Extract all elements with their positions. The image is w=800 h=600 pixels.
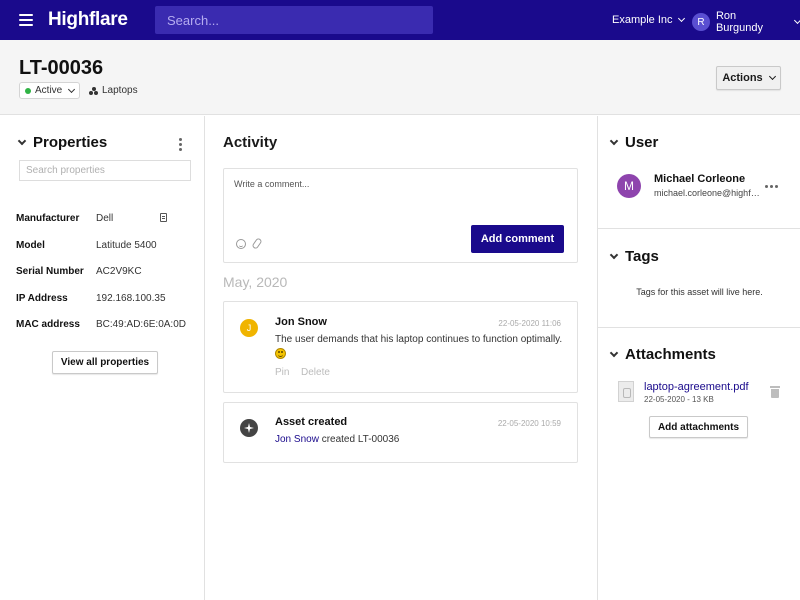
view-all-properties-button[interactable]: View all properties (52, 351, 158, 374)
category-name: Laptops (102, 85, 138, 96)
property-key: Model (16, 240, 45, 251)
user-section-title: User (625, 134, 659, 151)
brand-logo[interactable]: Highflare (48, 9, 128, 31)
event-title: Asset created (275, 416, 348, 428)
asset-header: LT-00036 Active Laptops (0, 40, 800, 115)
delete-link[interactable]: Delete (301, 367, 330, 378)
property-key: MAC address (16, 319, 80, 330)
comment-text: The user demands that his laptop continu… (275, 334, 563, 345)
comment-composer: Add comment (223, 168, 578, 263)
activity-event-card: Asset created 22-05-2020 10:59 Jon Snow … (223, 402, 578, 463)
event-text: Jon Snow created LT-00036 (275, 434, 399, 445)
chevron-down-icon (68, 85, 76, 93)
status-label: Active (35, 85, 63, 96)
attachments-section-title: Attachments (625, 346, 716, 363)
trash-icon[interactable] (770, 386, 780, 398)
property-key: Serial Number (16, 266, 84, 277)
more-options-icon[interactable] (765, 185, 779, 189)
activity-date-group: May, 2020 (223, 274, 288, 290)
emoji-icon[interactable] (236, 239, 246, 249)
assigned-user-email: michael.corleone@highflare.com (654, 188, 760, 198)
pin-link[interactable]: Pin (275, 367, 289, 378)
property-value: AC2V9KC (96, 266, 142, 277)
properties-header[interactable]: Properties (17, 134, 108, 151)
property-value: BC:49:AD:6E:0A:0D (95, 319, 186, 330)
property-search-input[interactable] (19, 160, 191, 181)
category-icon (89, 86, 98, 95)
top-bar: Highflare Example Inc R Ron Burgundy (0, 0, 800, 40)
divider (598, 228, 800, 229)
property-key: IP Address (16, 293, 68, 304)
pdf-file-icon (618, 381, 634, 402)
more-options-icon[interactable] (179, 138, 183, 152)
property-row: IP Address 192.168.100.35 (16, 293, 186, 304)
attachments-section-header[interactable]: Attachments (609, 346, 716, 363)
sparkle-icon (240, 419, 258, 437)
chevron-down-icon (609, 136, 619, 145)
category-label: Laptops (89, 85, 138, 96)
property-key: Manufacturer (16, 213, 80, 224)
chevron-down-icon (793, 16, 800, 25)
attachment-link[interactable]: laptop-agreement.pdf (644, 381, 749, 393)
comment-timestamp: 22-05-2020 11:06 (498, 319, 561, 328)
attachment-meta: 22-05-2020 - 13 KB (644, 395, 714, 404)
actions-label: Actions (722, 72, 763, 84)
menu-icon[interactable] (19, 14, 33, 26)
details-sidebar: User M Michael Corleone michael.corleone… (597, 116, 800, 600)
add-comment-button[interactable]: Add comment (471, 225, 564, 253)
property-row: MAC address BC:49:AD:6E:0A:0D (16, 319, 186, 330)
property-row: Serial Number AC2V9KC (16, 266, 186, 277)
property-value: Latitude 5400 (96, 240, 157, 251)
chevron-down-icon (768, 72, 776, 81)
copy-icon[interactable] (160, 213, 167, 222)
avatar: R (692, 13, 710, 31)
add-attachments-button[interactable]: Add attachments (649, 416, 748, 438)
activity-comment-card: J Jon Snow 22-05-2020 11:06 The user dem… (223, 301, 578, 393)
comment-author: Jon Snow (275, 316, 327, 328)
global-search-input[interactable] (155, 6, 433, 34)
event-timestamp: 22-05-2020 10:59 (497, 419, 561, 428)
assigned-user-name[interactable]: Michael Corleone (654, 173, 745, 185)
properties-title: Properties (33, 134, 108, 151)
property-value: 192.168.100.35 (96, 293, 166, 304)
tags-section-header[interactable]: Tags (609, 248, 659, 265)
chevron-down-icon (677, 14, 685, 23)
org-name: Example Inc (612, 14, 673, 26)
actor-link[interactable]: Jon Snow (275, 434, 319, 445)
user-menu-name: Ron Burgundy (715, 10, 764, 34)
actions-button[interactable]: Actions (716, 66, 781, 90)
user-menu[interactable]: R Ron Burgundy (692, 10, 800, 34)
avatar: M (617, 174, 641, 198)
tags-section-title: Tags (625, 248, 659, 265)
chevron-down-icon (609, 250, 619, 259)
page-title: LT-00036 (19, 57, 104, 79)
smiley-emoji-icon (275, 348, 286, 359)
event-description: created LT-00036 (321, 434, 400, 445)
chevron-down-icon (17, 136, 27, 145)
property-value: Dell (96, 213, 114, 224)
property-row: Model Latitude 5400 (16, 240, 186, 251)
chevron-down-icon (609, 348, 619, 357)
avatar: J (240, 319, 258, 337)
comment-input[interactable] (234, 179, 564, 209)
divider (598, 327, 800, 328)
status-dropdown[interactable]: Active (19, 82, 81, 99)
tags-empty-hint: Tags for this asset will live here. (636, 287, 763, 297)
activity-title: Activity (223, 134, 278, 151)
attachment-icon[interactable] (251, 237, 263, 250)
user-section-header[interactable]: User (609, 134, 659, 151)
activity-panel: Activity Add comment May, 2020 J Jon Sno… (205, 116, 597, 600)
properties-panel: Properties Manufacturer Dell Model Latit… (0, 116, 205, 600)
status-dot-icon (25, 87, 31, 94)
org-switcher[interactable]: Example Inc (612, 14, 685, 26)
